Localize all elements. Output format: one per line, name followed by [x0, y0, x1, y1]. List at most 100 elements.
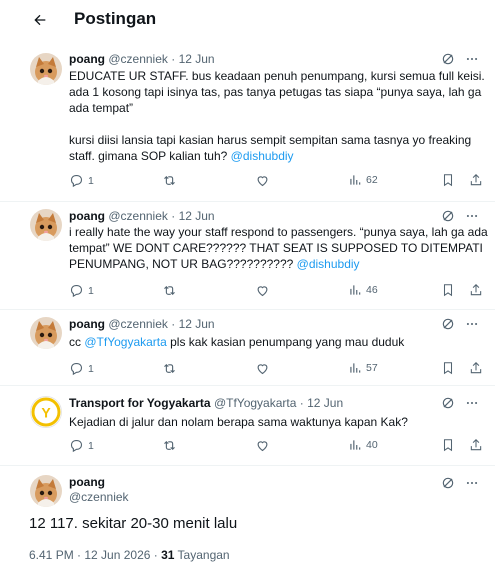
bookmark-button[interactable] [441, 438, 455, 452]
retweet-icon [164, 175, 175, 186]
tweet-paragraph-text: pls kak kasian penumpang yang mau duduk [166, 335, 405, 349]
mention-link[interactable]: @dishubdiy [231, 149, 294, 163]
tweet-meta: poang @czenniek · 12 Jun [69, 52, 215, 66]
share-button[interactable] [469, 173, 483, 187]
author-handle[interactable]: @czenniek [69, 490, 129, 504]
reply-button[interactable]: 1 [69, 438, 94, 453]
author-name[interactable]: poang [69, 317, 105, 331]
reply-icon [70, 174, 83, 188]
heart-icon [257, 176, 268, 187]
reply-button[interactable]: 1 [69, 361, 94, 376]
author-name[interactable]: poang [69, 209, 105, 223]
retweet-button[interactable] [162, 361, 177, 376]
retweet-button[interactable] [162, 438, 177, 453]
author-name[interactable]: poang [69, 52, 105, 66]
retweet-button[interactable] [162, 173, 177, 188]
bookmark-icon [443, 439, 453, 452]
retweet-button[interactable] [162, 283, 177, 298]
bookmark-button[interactable] [441, 361, 455, 375]
reply-icon [70, 439, 83, 453]
retweet-icon [164, 363, 175, 374]
reply-tweet[interactable]: Y Transport for Yogyakarta @TfYogyakarta… [0, 386, 495, 466]
tweet-paragraph: cc @TfYogyakarta pls kak kasian penumpan… [69, 334, 489, 350]
reply-tweet[interactable]: poang @czenniek · 12 Jun EDUCATE UR STAF… [0, 40, 495, 202]
share-button[interactable] [469, 361, 483, 375]
action-bar: 1 57 [69, 361, 489, 379]
like-button[interactable] [255, 361, 270, 376]
tweet-date[interactable]: 12 Jun [179, 52, 215, 66]
action-bar: 1 62 [69, 173, 489, 191]
view-count: 46 [366, 284, 378, 296]
tweet-date[interactable]: 12 Jun [307, 396, 343, 410]
avatar[interactable]: Y [30, 396, 62, 428]
action-bar: 1 40 [69, 438, 489, 456]
bookmark-button[interactable] [441, 173, 455, 187]
tweet-text: Kejadian di jalur dan nolam berapa sama … [69, 414, 489, 430]
analytics-icon [350, 440, 361, 450]
share-icon [470, 174, 482, 186]
page-header: Postingan [0, 0, 495, 40]
grok-icon[interactable] [439, 207, 457, 225]
author-handle[interactable]: @czenniek [108, 209, 168, 223]
timestamp-text[interactable]: 6.41 PM · 12 Jun 2026 · [29, 548, 161, 562]
avatar[interactable] [30, 475, 62, 507]
retweet-icon [164, 285, 175, 296]
avatar[interactable] [30, 53, 62, 85]
reply-icon [70, 284, 83, 298]
grok-icon[interactable] [439, 315, 457, 333]
author-name[interactable]: Transport for Yogyakarta [69, 396, 211, 410]
reply-icon [70, 362, 83, 376]
analytics-icon [350, 175, 361, 185]
more-icon[interactable] [463, 474, 481, 492]
reply-button[interactable]: 1 [69, 283, 94, 298]
author-handle[interactable]: @TfYogyakarta [214, 396, 296, 410]
arrow-left-icon[interactable] [28, 8, 52, 32]
view-count: 40 [366, 439, 378, 451]
views-label: Tayangan [174, 548, 230, 562]
tweet-meta: Transport for Yogyakarta @TfYogyakarta ·… [69, 396, 343, 410]
share-button[interactable] [469, 438, 483, 452]
views-button[interactable]: 57 [348, 361, 378, 375]
more-icon[interactable] [463, 315, 481, 333]
reply-tweet[interactable]: poang @czenniek · 12 Jun cc @TfYogyakart… [0, 310, 495, 386]
grok-icon[interactable] [439, 50, 457, 68]
more-icon[interactable] [463, 207, 481, 225]
tweet-paragraph: EDUCATE UR STAFF. bus keadaan penuh penu… [69, 69, 485, 115]
tweet-meta: poang @czenniek · 12 Jun [69, 209, 215, 223]
focused-tweet: poang @czenniek 12 117. sekitar 20-30 me… [0, 466, 495, 574]
view-count: 57 [366, 362, 378, 374]
avatar[interactable] [30, 317, 62, 349]
separator-dot: · [171, 209, 176, 223]
like-button[interactable] [255, 438, 270, 453]
retweet-icon [164, 440, 175, 451]
reply-button[interactable]: 1 [69, 173, 94, 188]
share-button[interactable] [469, 283, 483, 297]
more-icon[interactable] [463, 50, 481, 68]
tweet-date[interactable]: 12 Jun [179, 317, 215, 331]
bookmark-icon [443, 362, 453, 375]
mention-link[interactable]: @TfYogyakarta [84, 335, 166, 349]
separator-dot: · [299, 396, 304, 410]
reply-tweet[interactable]: poang @czenniek · 12 Jun i really hate t… [0, 202, 495, 310]
tweet-prefix: cc [69, 335, 85, 349]
author-name[interactable]: poang [69, 475, 105, 489]
tweet-text: cc @TfYogyakarta pls kak kasian penumpan… [69, 334, 489, 350]
views-button[interactable]: 62 [348, 173, 378, 187]
views-button[interactable]: 40 [348, 438, 378, 452]
avatar[interactable] [30, 209, 62, 241]
bookmark-button[interactable] [441, 283, 455, 297]
like-button[interactable] [255, 173, 270, 188]
view-count: 62 [366, 174, 378, 186]
mention-link[interactable]: @dishubdiy [297, 257, 360, 271]
grok-icon[interactable] [439, 474, 457, 492]
tweet-date[interactable]: 12 Jun [179, 209, 215, 223]
tweet-text: i really hate the way your staff respond… [69, 224, 489, 272]
share-icon [470, 362, 482, 374]
more-icon[interactable] [463, 394, 481, 412]
views-button[interactable]: 46 [348, 283, 378, 297]
grok-icon[interactable] [439, 394, 457, 412]
tweet-meta: poang @czenniek · 12 Jun [69, 317, 215, 331]
like-button[interactable] [255, 283, 270, 298]
author-handle[interactable]: @czenniek [108, 52, 168, 66]
author-handle[interactable]: @czenniek [108, 317, 168, 331]
